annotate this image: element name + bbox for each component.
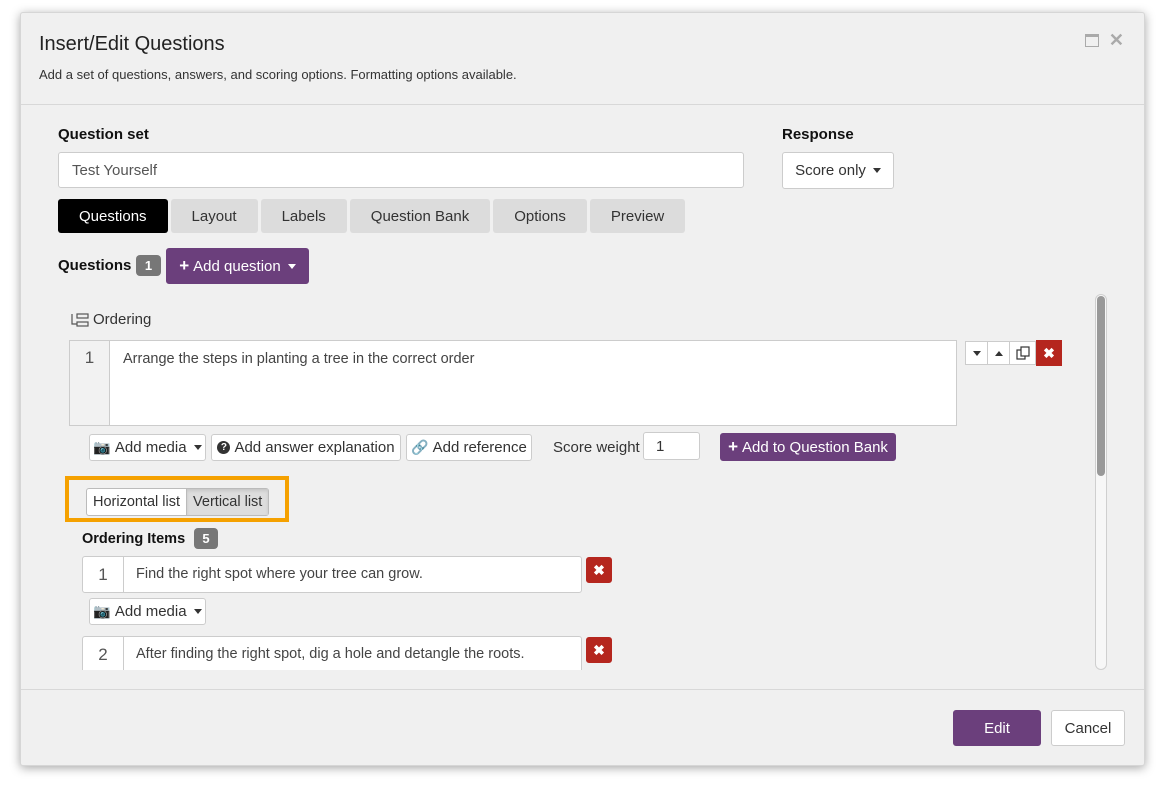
duplicate-button[interactable] [1009, 341, 1036, 365]
add-answer-explanation-button[interactable]: ? Add answer explanation [211, 434, 401, 461]
questions-label: Questions [58, 257, 132, 274]
ordering-icon [71, 312, 89, 327]
tab-bar: Questions Layout Labels Question Bank Op… [58, 199, 686, 233]
copy-icon [1015, 346, 1030, 360]
item-add-media-label: Add media [114, 603, 187, 620]
ordering-item[interactable]: 2 After finding the right spot, dig a ho… [82, 636, 582, 670]
ordering-item[interactable]: 1 Find the right spot where your tree ca… [82, 556, 582, 593]
question-set-label: Question set [58, 126, 149, 143]
add-reference-button[interactable]: 🔗 Add reference [406, 434, 532, 461]
add-question-button[interactable]: + Add question [166, 248, 309, 284]
caret-down-icon [972, 350, 981, 356]
response-selected: Score only [795, 162, 866, 179]
caret-up-icon [994, 350, 1003, 356]
item-add-media-button[interactable]: 📷 Add media [89, 598, 206, 625]
score-weight-value: 1 [656, 437, 665, 455]
question-circle-icon: ? [217, 441, 231, 454]
ordering-items-count-badge: 5 [194, 528, 218, 549]
camera-icon: 📷 [93, 439, 111, 455]
delete-question-button[interactable]: ✖ [1036, 340, 1062, 366]
tab-options[interactable]: Options [493, 199, 587, 233]
scrollbar-thumb[interactable] [1097, 296, 1105, 476]
question-text-box[interactable]: 1 Arrange the steps in planting a tree i… [69, 340, 957, 426]
move-down-button[interactable] [965, 341, 988, 365]
question-set-input[interactable]: Test Yourself [58, 152, 744, 188]
maximize-icon[interactable] [1084, 33, 1099, 47]
ordering-item-text: Find the right spot where your tree can … [136, 566, 423, 582]
delete-item-button[interactable]: ✖ [586, 637, 612, 663]
plus-icon: + [179, 256, 190, 275]
tab-layout[interactable]: Layout [170, 199, 258, 233]
score-weight-input[interactable]: 1 [643, 432, 700, 460]
ordering-items-label: Ordering Items [82, 531, 186, 547]
chevron-down-icon [193, 609, 202, 614]
tab-question-bank[interactable]: Question Bank [349, 199, 491, 233]
tab-labels[interactable]: Labels [260, 199, 347, 233]
close-icon: ✖ [593, 641, 605, 658]
ordering-item-number: 2 [83, 637, 124, 670]
chevron-down-icon [193, 445, 202, 450]
cancel-button[interactable]: Cancel [1051, 710, 1125, 746]
question-number: 1 [70, 341, 110, 425]
add-to-question-bank-button[interactable]: + Add to Question Bank [720, 433, 896, 461]
link-icon: 🔗 [411, 439, 429, 455]
question-set-value: Test Yourself [72, 161, 158, 179]
score-weight-label: Score weight [553, 439, 640, 456]
response-label: Response [782, 126, 854, 143]
add-question-label: Add question [193, 257, 281, 275]
edit-button[interactable]: Edit [953, 710, 1041, 746]
add-reference-label: Add reference [432, 439, 527, 456]
questions-count-badge: 1 [136, 255, 161, 276]
ordering-item-number: 1 [83, 557, 124, 592]
add-media-label: Add media [114, 439, 187, 456]
dialog-subtitle: Add a set of questions, answers, and sco… [39, 67, 517, 82]
dialog-footer: Edit Cancel [21, 689, 1144, 765]
chevron-down-icon [287, 263, 296, 269]
camera-icon: 📷 [93, 603, 111, 619]
dialog-title: Insert/Edit Questions [39, 33, 225, 55]
close-icon[interactable]: ✕ [1109, 31, 1124, 49]
vertical-scrollbar[interactable] [1095, 294, 1107, 670]
response-dropdown[interactable]: Score only [782, 152, 894, 189]
chevron-down-icon [872, 168, 881, 173]
tab-preview[interactable]: Preview [589, 199, 686, 233]
add-explanation-label: Add answer explanation [234, 439, 395, 456]
delete-item-button[interactable]: ✖ [586, 557, 612, 583]
add-media-button[interactable]: 📷 Add media [89, 434, 206, 461]
ordering-item-text: After finding the right spot, dig a hole… [136, 646, 525, 662]
horizontal-list-option[interactable]: Horizontal list [87, 489, 186, 515]
question-editor-scroll-area[interactable]: Ordering 1 Arrange the steps in planting… [57, 293, 1107, 670]
add-to-bank-label: Add to Question Bank [742, 438, 888, 456]
dialog-header: Insert/Edit Questions Add a set of quest… [21, 13, 1144, 105]
tab-questions[interactable]: Questions [58, 199, 168, 233]
list-layout-toggle: Horizontal list Vertical list [86, 488, 270, 516]
close-icon: ✖ [593, 561, 605, 578]
insert-edit-questions-dialog: Insert/Edit Questions Add a set of quest… [20, 12, 1145, 766]
close-icon: ✖ [1043, 344, 1055, 361]
vertical-list-option[interactable]: Vertical list [186, 489, 269, 515]
move-up-button[interactable] [987, 341, 1010, 365]
question-text: Arrange the steps in planting a tree in … [123, 351, 475, 367]
question-type-label: Ordering [93, 311, 152, 328]
plus-icon: + [728, 437, 738, 456]
question-type: Ordering [71, 311, 151, 328]
